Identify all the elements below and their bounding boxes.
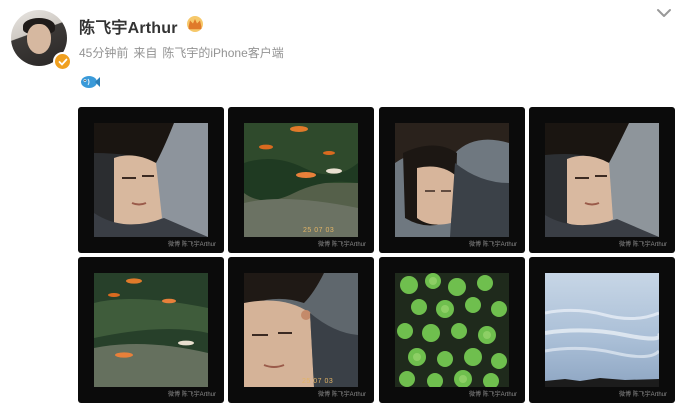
photo-date: 25 07 03 xyxy=(302,378,334,385)
photo-watermark: 微博 陈飞宇Arthur xyxy=(317,392,366,398)
photo-koi-pond xyxy=(94,273,208,387)
photo-portrait xyxy=(545,123,659,237)
verified-badge-icon xyxy=(53,52,72,71)
photo-lily-pads xyxy=(395,273,509,387)
photo-portrait xyxy=(94,123,208,237)
from-label: 来自 xyxy=(133,46,158,60)
photo-watermark: 微博 陈飞宇Arthur xyxy=(167,392,216,398)
photo-2[interactable]: 25 07 03 微博 陈飞宇Arthur xyxy=(228,107,374,253)
photo-watermark: 微博 陈飞宇Arthur xyxy=(167,242,216,248)
photo-4[interactable]: 微博 陈飞宇Arthur xyxy=(529,107,675,253)
photo-watermark: 微博 陈飞宇Arthur xyxy=(317,242,366,248)
photo-5[interactable]: 微博 陈飞宇Arthur xyxy=(78,257,224,403)
post-meta: 45分钟前 来自 陈飞宇的iPhone客户端 xyxy=(79,44,284,61)
crown-badge-icon[interactable] xyxy=(184,15,206,38)
fish-emoji-icon xyxy=(79,73,101,91)
name-row: 陈飞宇Arthur xyxy=(79,14,206,38)
photo-sky xyxy=(545,273,659,387)
photo-portrait-down xyxy=(395,123,509,237)
photo-8[interactable]: 微博 陈飞宇Arthur xyxy=(529,257,675,403)
photo-watermark: 微博 陈飞宇Arthur xyxy=(468,242,517,248)
photo-portrait-closeup xyxy=(244,273,358,387)
photo-koi-pond xyxy=(244,123,358,237)
photo-3[interactable]: 微博 陈飞宇Arthur xyxy=(379,107,525,253)
photo-watermark: 微博 陈飞宇Arthur xyxy=(618,392,667,398)
photo-date: 25 07 03 xyxy=(303,227,335,234)
photo-7[interactable]: 微博 陈飞宇Arthur xyxy=(379,257,525,403)
chevron-down-icon[interactable] xyxy=(655,6,673,20)
photo-6[interactable]: 25 07 03 微博 陈飞宇Arthur xyxy=(228,257,374,403)
photo-watermark: 微博 陈飞宇Arthur xyxy=(618,242,667,248)
post-time[interactable]: 45分钟前 xyxy=(79,44,128,61)
user-name[interactable]: 陈飞宇Arthur xyxy=(79,14,178,38)
photo-watermark: 微博 陈飞宇Arthur xyxy=(468,392,517,398)
avatar[interactable] xyxy=(11,10,72,71)
post-source[interactable]: 陈飞宇的iPhone客户端 xyxy=(162,44,283,61)
photo-1[interactable]: 微博 陈飞宇Arthur xyxy=(78,107,224,253)
weibo-post-card: 陈飞宇Arthur 45分钟前 来自 陈飞宇的iPhone客户端 微博 陈飞宇A… xyxy=(0,0,688,408)
